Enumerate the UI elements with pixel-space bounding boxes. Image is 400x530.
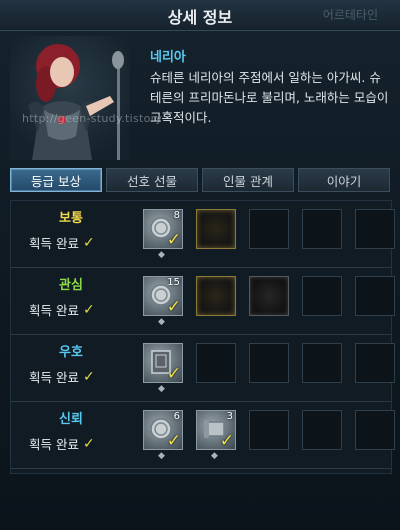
empty-reward-slot xyxy=(249,343,289,383)
reward-status: 획득 완료 ✓ xyxy=(29,367,139,386)
empty-reward-slot xyxy=(355,209,395,249)
reward-status-text: 획득 완료 xyxy=(29,370,79,385)
grade-reward-table: 보통 획득 완료 ✓ 8 ✓ ◆ 관심 획득 완료 ✓ 15 ✓ ◆ 우호 획득 완료 ✓ ✓ ◆ 신뢰 획득 완료… xyxy=(10,200,395,474)
reward-slot-highlight[interactable] xyxy=(249,276,289,316)
reward-status-text: 획득 완료 xyxy=(29,236,79,251)
grade-label: 보통 xyxy=(59,211,83,226)
watermark-text: http://geen-study.tistory xyxy=(22,112,163,125)
character-description: 슈테른 네리아의 주점에서 일하는 아가씨. 슈테른의 프리마돈나로 불리며, … xyxy=(150,70,389,125)
checkmark-icon: ✓ xyxy=(82,301,95,318)
reward-item-slot[interactable]: 3 ✓ ◆ xyxy=(196,410,236,461)
reward-slot-highlight[interactable] xyxy=(196,276,236,316)
expand-arrow-icon: ◆ xyxy=(158,384,165,394)
expand-arrow-icon: ◆ xyxy=(158,317,165,327)
reward-item-slot[interactable]: 15 ✓ ◆ xyxy=(143,276,183,327)
reward-row: 보통 획득 완료 ✓ 8 ✓ ◆ xyxy=(11,201,395,268)
empty-reward-slot xyxy=(302,276,342,316)
checkmark-icon: ✓ xyxy=(82,435,95,452)
reward-item-slot[interactable]: 8 ✓ ◆ xyxy=(143,209,183,260)
claimed-check-icon: ✓ xyxy=(166,230,181,250)
detail-tabs: 등급 보상 선호 선물 인물 관계 이야기 xyxy=(10,168,390,194)
background-tab-label: 어르테타인 xyxy=(322,8,378,22)
reward-row: 관심 획득 완료 ✓ 15 ✓ ◆ xyxy=(11,268,395,335)
reward-slot-highlight[interactable] xyxy=(196,209,236,249)
expand-arrow-icon: ◆ xyxy=(158,250,165,260)
reward-status: 획득 완료 ✓ xyxy=(29,434,139,453)
reward-row: 신뢰 획득 완료 ✓ 6 ✓ ◆ 3 ✓ ◆ xyxy=(11,402,395,469)
claimed-check-icon: ✓ xyxy=(166,431,181,451)
item-count: 15 xyxy=(167,277,180,288)
item-count: 8 xyxy=(173,210,180,221)
tab-story[interactable]: 이야기 xyxy=(298,168,390,192)
reward-status: 획득 완료 ✓ xyxy=(29,233,139,252)
empty-reward-slot xyxy=(249,209,289,249)
checkmark-icon: ✓ xyxy=(82,368,95,385)
claimed-check-icon: ✓ xyxy=(166,364,181,384)
grade-label: 관심 xyxy=(59,278,83,293)
empty-reward-slot xyxy=(355,410,395,450)
expand-arrow-icon: ◆ xyxy=(211,451,218,461)
reward-status: 획득 완료 ✓ xyxy=(29,300,139,319)
empty-reward-slot xyxy=(302,343,342,383)
reward-row: 우호 획득 완료 ✓ ✓ ◆ xyxy=(11,335,395,402)
character-portrait xyxy=(10,36,130,160)
empty-reward-slot xyxy=(249,410,289,450)
reward-item-slot[interactable]: ✓ ◆ xyxy=(143,343,183,394)
tab-preferred-gift[interactable]: 선호 선물 xyxy=(106,168,198,192)
empty-reward-slot xyxy=(355,343,395,383)
title-bar: 상세 정보 어르테타인 xyxy=(0,0,400,31)
detail-info-window: 상세 정보 어르테타인 http://geen-study.tistory 네리… xyxy=(0,0,400,530)
reward-status-text: 획득 완료 xyxy=(29,437,79,452)
item-count: 3 xyxy=(226,411,233,422)
reward-status-text: 획득 완료 xyxy=(29,303,79,318)
checkmark-icon: ✓ xyxy=(82,234,95,251)
tab-relationships[interactable]: 인물 관계 xyxy=(202,168,294,192)
empty-reward-slot xyxy=(196,343,236,383)
expand-arrow-icon: ◆ xyxy=(158,451,165,461)
grade-label: 신뢰 xyxy=(59,412,83,427)
empty-reward-slot xyxy=(302,410,342,450)
grade-label: 우호 xyxy=(59,345,83,360)
item-count: 6 xyxy=(173,411,180,422)
claimed-check-icon: ✓ xyxy=(166,297,181,317)
reward-item-slot[interactable]: 6 ✓ ◆ xyxy=(143,410,183,461)
empty-reward-slot xyxy=(355,276,395,316)
tab-grade-reward[interactable]: 등급 보상 xyxy=(10,168,102,192)
empty-reward-slot xyxy=(302,209,342,249)
claimed-check-icon: ✓ xyxy=(219,431,234,451)
character-name: 네리아 xyxy=(150,50,186,65)
